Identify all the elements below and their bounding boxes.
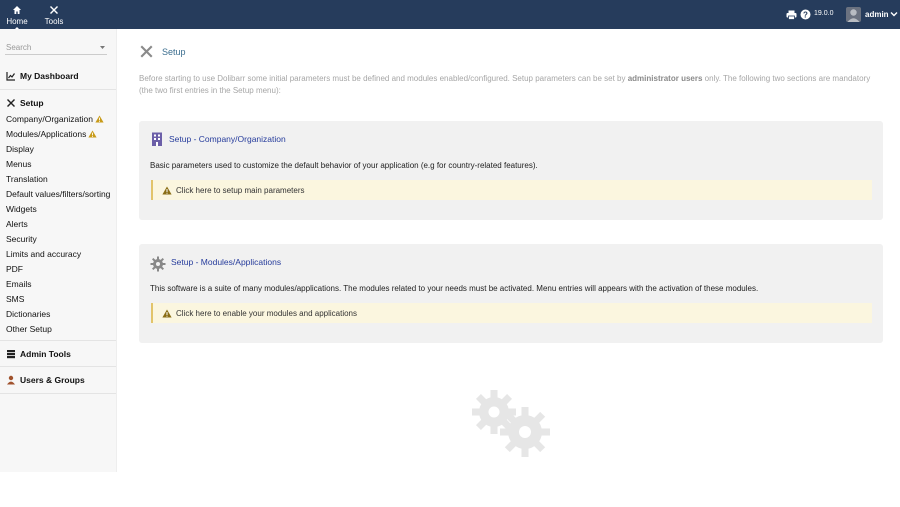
print-icon[interactable] xyxy=(786,10,797,20)
company-setup-description: Basic parameters used to customize the d… xyxy=(150,161,538,170)
sidebar-item-pdf[interactable]: PDF xyxy=(6,264,23,274)
dropdown-arrow-icon xyxy=(100,46,105,49)
sidebar-item-label: SMS xyxy=(6,294,25,304)
modules-setup-notice: Click here to enable your modules and ap… xyxy=(151,303,872,323)
sidebar-item-other-setup[interactable]: Other Setup xyxy=(6,324,52,334)
search-input[interactable]: Search xyxy=(5,41,107,55)
divider xyxy=(0,340,116,341)
divider xyxy=(0,89,116,90)
tools-icon xyxy=(140,45,153,58)
intro-part-1: Before starting to use Dolibarr some ini… xyxy=(139,74,628,83)
sidebar-item-modules[interactable]: Modules/Applications xyxy=(6,129,97,139)
modules-setup-title[interactable]: Setup - Modules/Applications xyxy=(171,257,281,267)
server-icon xyxy=(7,350,15,359)
title-link: Modules/Applications xyxy=(200,257,282,267)
sidebar-item-label: Emails xyxy=(6,279,32,289)
title-link: Company/Organization xyxy=(198,134,286,144)
nav-home[interactable]: Home xyxy=(0,0,34,30)
nav-tools-label: Tools xyxy=(44,17,64,26)
chart-icon xyxy=(6,72,15,81)
tools-icon xyxy=(7,99,15,107)
top-bar: Home Tools ? 19.0.0 admin xyxy=(0,0,900,30)
sidebar-item-label: Default values/filters/sorting xyxy=(6,189,111,199)
intro-bold: administrator users xyxy=(627,74,703,83)
sidebar-item-company[interactable]: Company/Organization xyxy=(6,114,104,124)
sidebar-item-label: Dictionaries xyxy=(6,309,51,319)
svg-text:?: ? xyxy=(803,10,808,19)
sidebar-item-users-groups[interactable]: Users & Groups xyxy=(6,375,85,385)
page-title: Setup xyxy=(162,47,186,57)
sidebar-item-label: Limits and accuracy xyxy=(6,249,82,259)
nav-home-label: Home xyxy=(0,17,34,30)
nav-tools[interactable]: Tools xyxy=(37,0,71,29)
sidebar-item-menus[interactable]: Menus xyxy=(6,159,32,169)
title-prefix: Setup - xyxy=(169,134,199,144)
sidebar-item-label: Setup xyxy=(20,98,44,108)
sidebar-item-default-values[interactable]: Default values/filters/sorting xyxy=(6,189,110,199)
sidebar-item-label: Display xyxy=(6,144,34,154)
company-setup-notice: Click here to setup main parameters xyxy=(151,180,872,200)
sidebar-item-label: Admin Tools xyxy=(20,349,71,359)
user-icon xyxy=(7,375,15,385)
sidebar-item-emails[interactable]: Emails xyxy=(6,279,32,289)
sidebar-item-label: Alerts xyxy=(6,219,28,229)
sidebar-item-widgets[interactable]: Widgets xyxy=(6,204,37,214)
gear-icon xyxy=(150,256,166,272)
version-label: 19.0.0 xyxy=(814,10,834,17)
search-placeholder: Search xyxy=(6,43,32,52)
sidebar-item-translation[interactable]: Translation xyxy=(6,174,48,184)
chevron-down-icon[interactable] xyxy=(890,10,898,18)
building-icon xyxy=(152,132,162,146)
sidebar-item-label: Widgets xyxy=(6,204,37,214)
sidebar-item-dictionaries[interactable]: Dictionaries xyxy=(6,309,50,319)
gears-watermark-icon xyxy=(472,390,550,457)
divider xyxy=(0,393,116,394)
tools-icon xyxy=(50,6,58,14)
company-setup-title[interactable]: Setup - Company/Organization xyxy=(169,134,286,144)
modules-setup-description: This software is a suite of many modules… xyxy=(150,284,759,293)
modules-setup-card: Setup - Modules/Applications This softwa… xyxy=(139,244,883,343)
title-prefix: Setup - xyxy=(171,257,201,267)
warning-icon xyxy=(88,130,97,138)
help-icon[interactable]: ? xyxy=(800,9,811,20)
sidebar-item-limits[interactable]: Limits and accuracy xyxy=(6,249,81,259)
sidebar-item-dashboard[interactable]: My Dashboard xyxy=(6,71,79,81)
sidebar-item-label: Menus xyxy=(6,159,32,169)
divider xyxy=(0,366,116,367)
warning-icon xyxy=(162,186,172,194)
sidebar-item-label: Other Setup xyxy=(6,324,52,334)
sidebar-item-label: Company/Organization xyxy=(6,114,93,124)
sidebar-item-label: My Dashboard xyxy=(20,71,79,81)
sidebar-item-label: Translation xyxy=(6,174,48,184)
warning-icon xyxy=(162,309,172,317)
sidebar-item-alerts[interactable]: Alerts xyxy=(6,219,28,229)
company-setup-card: Setup - Company/Organization Basic param… xyxy=(139,121,883,220)
setup-main-parameters-link[interactable]: Click here to setup main parameters xyxy=(176,186,305,195)
sidebar-item-setup[interactable]: Setup xyxy=(6,98,44,108)
username-label[interactable]: admin xyxy=(865,10,889,19)
sidebar-item-admin-tools[interactable]: Admin Tools xyxy=(6,349,71,359)
sidebar: Search My Dashboard Setup Company/Organi… xyxy=(0,29,117,472)
sidebar-item-display[interactable]: Display xyxy=(6,144,34,154)
home-icon xyxy=(13,6,21,14)
sidebar-item-security[interactable]: Security xyxy=(6,234,37,244)
avatar[interactable] xyxy=(846,7,861,22)
sidebar-item-sms[interactable]: SMS xyxy=(6,294,24,304)
intro-text: Before starting to use Dolibarr some ini… xyxy=(139,73,874,97)
sidebar-item-label: Modules/Applications xyxy=(6,129,87,139)
warning-icon xyxy=(95,115,104,123)
sidebar-item-label: Users & Groups xyxy=(20,375,85,385)
user-avatar-icon xyxy=(847,9,860,22)
sidebar-item-label: PDF xyxy=(6,264,23,274)
sidebar-item-label: Security xyxy=(6,234,37,244)
enable-modules-link[interactable]: Click here to enable your modules and ap… xyxy=(176,309,357,318)
